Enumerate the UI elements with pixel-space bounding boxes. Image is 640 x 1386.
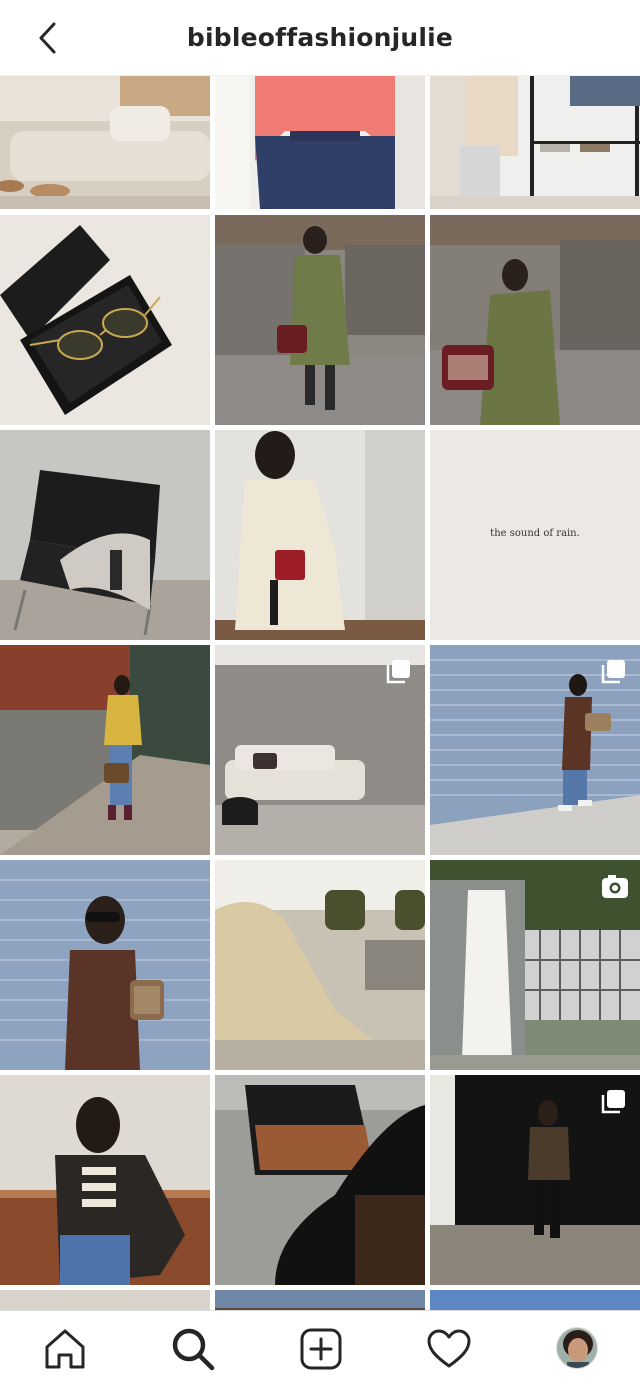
pink-sweater-photo [215, 76, 425, 209]
post-tile-4[interactable] [0, 215, 210, 425]
partial-photo [430, 1290, 640, 1310]
carousel-icon [386, 660, 410, 684]
partial-photo [215, 1290, 425, 1310]
quote-text: the sound of rain. [490, 528, 580, 539]
cream-suit-photo [215, 430, 425, 640]
post-tile-9[interactable]: the sound of rain. [430, 430, 640, 640]
post-tile-18[interactable] [430, 1075, 640, 1285]
carousel-icon [601, 1090, 625, 1114]
post-tile-5[interactable] [215, 215, 425, 425]
post-tile-14[interactable] [215, 860, 425, 1070]
post-tile-2[interactable] [215, 76, 425, 209]
post-tile-15[interactable] [430, 860, 640, 1070]
video-icon [602, 875, 628, 898]
carousel-icon [601, 660, 625, 684]
heart-icon[interactable] [425, 1325, 473, 1373]
posts-grid: the sound of rain. [0, 76, 640, 1310]
post-tile-16[interactable] [0, 1075, 210, 1285]
search-icon[interactable] [169, 1325, 217, 1373]
post-tile-10[interactable] [0, 645, 210, 855]
post-tile-1[interactable] [0, 76, 210, 209]
plus-square-icon[interactable] [297, 1325, 345, 1373]
post-tile-12[interactable] [430, 645, 640, 855]
living-room-photo [0, 76, 210, 209]
post-tile-6[interactable] [430, 215, 640, 425]
blazer-stripes-photo [0, 1075, 210, 1285]
partial-photo [0, 1290, 210, 1310]
post-tile-20[interactable] [215, 1290, 425, 1310]
yellow-jacket-street-photo [0, 645, 210, 855]
post-tile-3[interactable] [430, 76, 640, 209]
bottom-tab-bar [0, 1310, 640, 1386]
chevron-left-icon[interactable] [30, 18, 70, 58]
post-tile-11[interactable] [215, 645, 425, 855]
avatar[interactable] [556, 1327, 598, 1369]
classic-car-door-photo [215, 1075, 425, 1285]
chair-blanket-photo [0, 430, 210, 640]
leather-coat-portrait-photo [0, 860, 210, 1070]
post-tile-8[interactable] [215, 430, 425, 640]
profile-photo [557, 1328, 597, 1368]
top-bar: bibleoffashionjulie [0, 0, 640, 76]
wardrobe-rack-photo [430, 76, 640, 209]
post-tile-19[interactable] [0, 1290, 210, 1310]
home-icon[interactable] [41, 1325, 89, 1373]
sunglasses-box-photo [0, 215, 210, 425]
post-tile-13[interactable] [0, 860, 210, 1070]
post-tile-21[interactable] [430, 1290, 640, 1310]
lounge-legs-photo [215, 860, 425, 1070]
green-trench-photo [215, 215, 425, 425]
green-trench-closeup-photo [430, 215, 640, 425]
page-title: bibleoffashionjulie [186, 23, 454, 52]
quote-card-photo: the sound of rain. [430, 430, 640, 640]
post-tile-17[interactable] [215, 1075, 425, 1285]
post-tile-7[interactable] [0, 430, 210, 640]
